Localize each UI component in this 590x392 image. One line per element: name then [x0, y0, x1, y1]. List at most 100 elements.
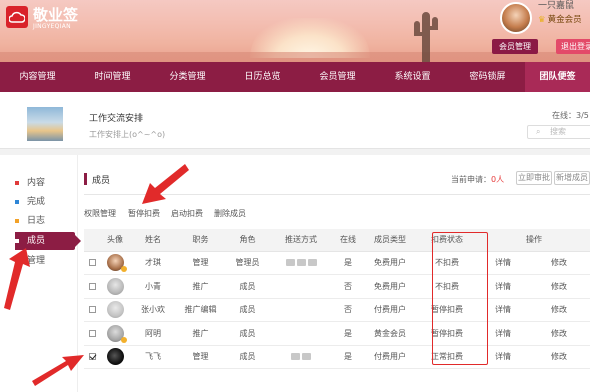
row-select-cell [84, 321, 100, 346]
row-select-cell [84, 345, 100, 369]
row-checkbox[interactable] [88, 259, 96, 267]
header-job: 职务 [176, 229, 225, 252]
review-button[interactable]: 立即审批 [516, 171, 552, 185]
bullet-icon [15, 199, 19, 204]
header-online: 在线 [332, 229, 364, 252]
row-select-cell [84, 274, 100, 299]
wechat-push-icon [296, 259, 306, 267]
role-cell: 成员 [225, 321, 270, 346]
logout-button[interactable]: 退出登录 [556, 39, 590, 54]
avatar-cell [100, 274, 130, 299]
vip-icon [120, 266, 127, 273]
push-cell [270, 321, 332, 346]
team-title: 工作交流安排 [89, 114, 144, 124]
online-cell: 否 [332, 298, 364, 322]
sidebar: 内容 完成 日志 成员 管理 [0, 155, 81, 392]
user-name: 一只嘉鼠 [538, 1, 575, 11]
members-table: 头像 姓名 职务 角色 推送方式 在线 成员类型 扣费状态 操作 才琪 管理 管… [84, 229, 590, 369]
sidebar-item-label: 日志 [27, 216, 46, 226]
avatar [106, 254, 127, 273]
name-cell: 张小欢 [130, 298, 176, 322]
sidebar-item-label: 内容 [27, 178, 46, 188]
table-header-row: 头像 姓名 职务 角色 推送方式 在线 成员类型 扣费状态 操作 [84, 229, 590, 252]
pause-fee-button[interactable]: 暂停扣费 [128, 208, 160, 219]
divider [84, 194, 590, 195]
avatar [106, 301, 124, 319]
row-checkbox[interactable] [88, 329, 96, 337]
nav-item-time[interactable]: 时间管理 [75, 62, 150, 92]
nav-item-content[interactable]: 内容管理 [0, 62, 75, 92]
avatar [106, 324, 127, 343]
search-input[interactable]: ⌕ 搜索 [527, 125, 590, 139]
row-checkbox[interactable] [88, 282, 96, 290]
edit-link[interactable]: 修改 [528, 298, 590, 322]
user-avatar[interactable] [500, 2, 532, 34]
fee-status-highlight [432, 232, 488, 365]
sidebar-item-manage[interactable]: 管理 [15, 252, 75, 270]
team-info-panel: 工作交流安排 工作安排上(o^~^o) 在线：3/5 ⌕ 搜索 [0, 99, 590, 149]
app-name: 敬业签 [33, 6, 79, 24]
row-checkbox[interactable] [88, 306, 96, 314]
sidebar-item-label: 管理 [27, 256, 46, 266]
header-action: 操作 [478, 229, 590, 252]
table-row: 小青 推广 成员 否 免费用户 不扣费 详情 修改 [84, 274, 590, 299]
header-checkbox-cell [84, 229, 100, 252]
header-banner: 敬业签 JINGYEQIAN 一只嘉鼠 ♛ 黄金会员 会员管理 退出登录 [0, 0, 590, 62]
app-push-icon [285, 259, 295, 267]
sidebar-item-label: 完成 [27, 197, 46, 207]
team-cover-image [27, 107, 63, 141]
row-select-cell [84, 298, 100, 322]
sidebar-item-log[interactable]: 日志 [15, 212, 75, 230]
search-placeholder: 搜索 [550, 127, 566, 136]
sidebar-item-content[interactable]: 内容 [15, 174, 75, 192]
type-cell: 免费用户 [364, 274, 416, 299]
type-cell: 黄金会员 [364, 321, 416, 346]
avatar-cell [100, 251, 130, 275]
sidebar-item-members[interactable]: 成员 [15, 232, 81, 250]
delete-member-button[interactable]: 删除成员 [214, 208, 246, 219]
online-cell: 是 [332, 251, 364, 275]
edit-link[interactable]: 修改 [528, 321, 590, 346]
apply-count: 0人 [491, 175, 505, 184]
app-push-icon [291, 353, 300, 361]
page-title: 成员 [92, 176, 111, 186]
edit-link[interactable]: 修改 [528, 345, 590, 369]
online-count: 在线：3/5 [552, 111, 589, 120]
online-cell: 是 [332, 345, 364, 369]
role-cell: 管理员 [225, 251, 270, 275]
arrow-toolbar-icon [142, 164, 189, 204]
app-logo-icon[interactable] [6, 6, 28, 28]
apply-label: 当前申请： [451, 175, 491, 184]
nav-item-team[interactable]: 团队便签 [525, 62, 590, 92]
role-cell: 成员 [225, 298, 270, 322]
name-cell: 小青 [130, 274, 176, 299]
vip-icon [120, 336, 127, 343]
apply-status: 当前申请：0人 [451, 174, 504, 185]
nav-item-lock[interactable]: 密码锁屏 [450, 62, 525, 92]
bullet-icon [15, 180, 19, 185]
row-checkbox[interactable] [88, 353, 96, 361]
push-cell [270, 251, 332, 275]
new-member-button[interactable]: 新增成员 [554, 171, 590, 185]
sidebar-item-done[interactable]: 完成 [15, 193, 75, 211]
table-row: 飞飞 管理 成员 是 付费用户 正常扣费 详情 修改 [84, 345, 590, 369]
nav-item-member[interactable]: 会员管理 [300, 62, 375, 92]
avatar-cell [100, 321, 130, 346]
table-row: 才琪 管理 管理员 是 免费用户 不扣费 详情 修改 [84, 251, 590, 275]
title-accent-bar [84, 173, 87, 185]
nav-item-category[interactable]: 分类管理 [150, 62, 225, 92]
permission-button[interactable]: 权限管理 [84, 208, 116, 219]
name-cell: 飞飞 [130, 345, 176, 369]
team-description: 工作安排上(o^~^o) [89, 130, 166, 139]
nav-item-calendar[interactable]: 日历总览 [225, 62, 300, 92]
edit-link[interactable]: 修改 [528, 274, 590, 299]
nav-item-settings[interactable]: 系统设置 [375, 62, 450, 92]
job-cell: 推广 [176, 321, 225, 346]
sidebar-item-label: 成员 [27, 236, 46, 246]
job-cell: 管理 [176, 251, 225, 275]
member-manage-button[interactable]: 会员管理 [492, 39, 538, 54]
name-cell: 才琪 [130, 251, 176, 275]
start-fee-button[interactable]: 启动扣费 [171, 208, 203, 219]
edit-link[interactable]: 修改 [528, 251, 590, 275]
main-nav: 内容管理 时间管理 分类管理 日历总览 会员管理 系统设置 密码锁屏 团队便签 [0, 62, 590, 92]
